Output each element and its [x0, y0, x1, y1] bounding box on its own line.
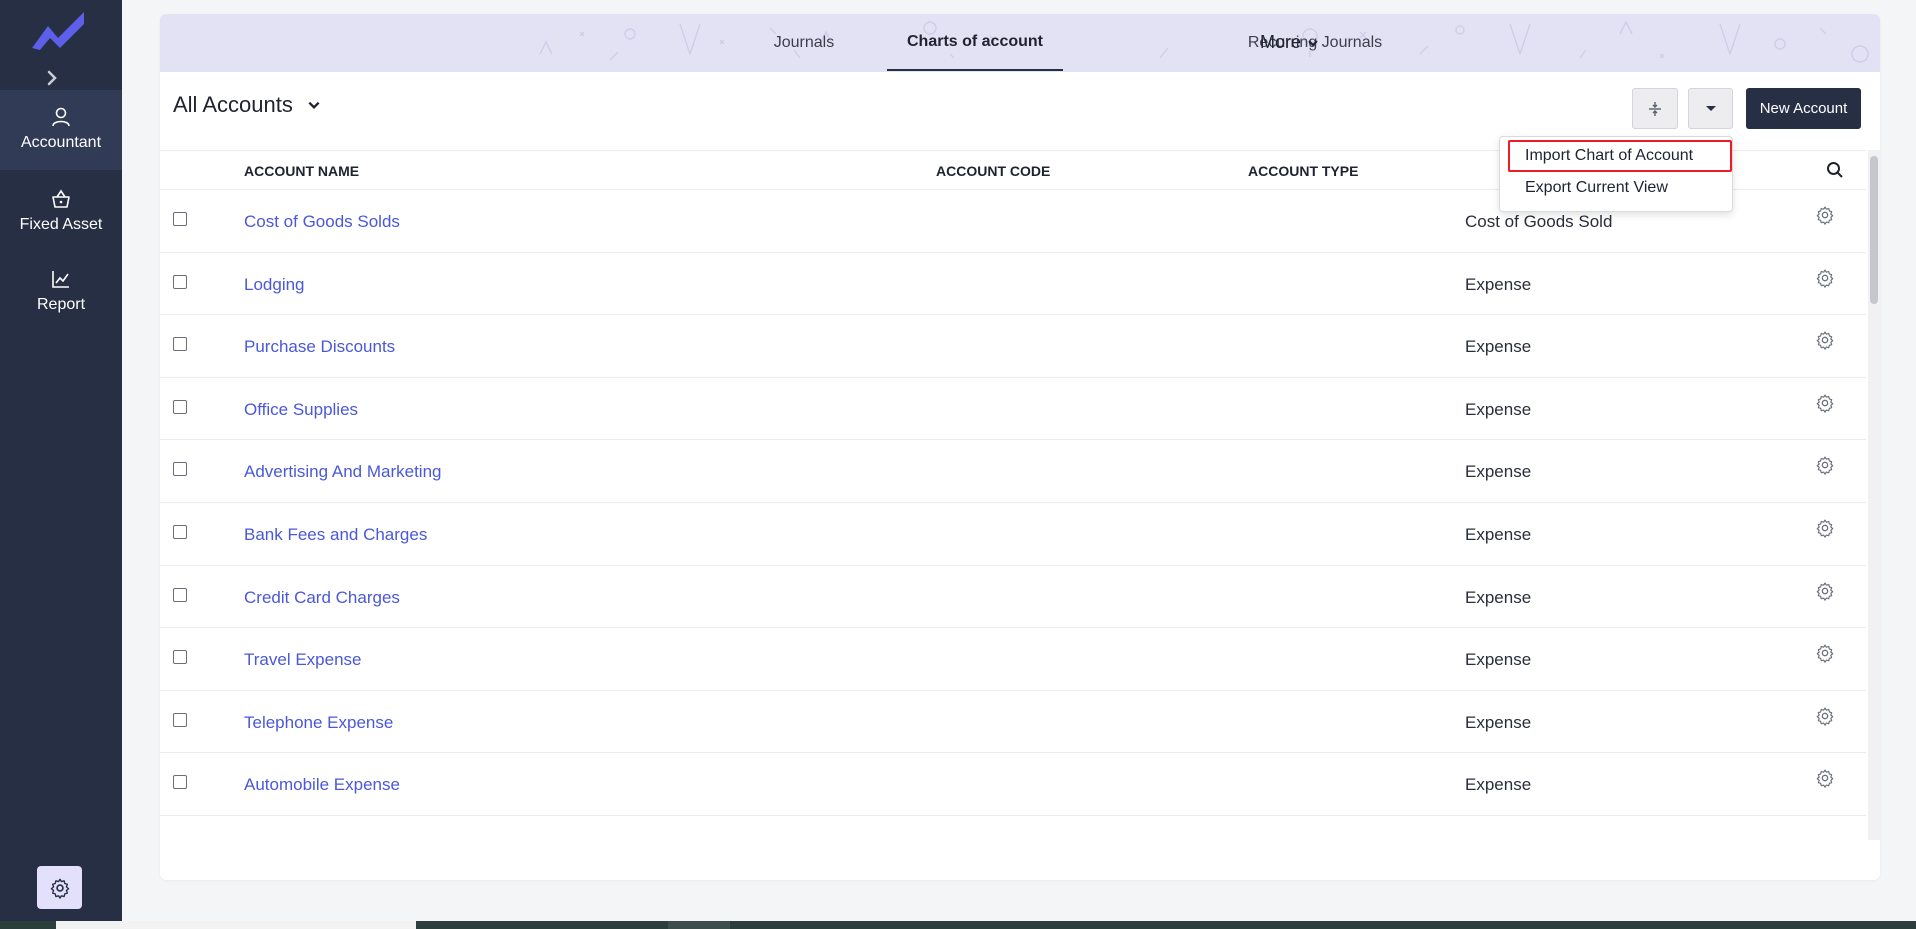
view-selector-label: All Accounts	[173, 92, 293, 117]
actions-dropdown-menu: Import Chart of Account Export Current V…	[1499, 136, 1733, 212]
row-checkbox[interactable]	[173, 337, 187, 352]
settings-button[interactable]	[37, 866, 82, 909]
sidebar-item-report[interactable]: Report	[0, 258, 122, 328]
account-name-link[interactable]: Automobile Expense	[244, 775, 400, 795]
column-header-account-type[interactable]: ACCOUNT TYPE	[1248, 163, 1358, 179]
gear-icon[interactable]	[1815, 581, 1835, 601]
sort-icon	[1649, 101, 1661, 116]
menu-item-export-current-view[interactable]: Export Current View	[1525, 179, 1668, 197]
tab-label: Charts of account	[906, 32, 1043, 50]
gear-icon[interactable]	[1815, 518, 1835, 538]
table-row[interactable]: Telephone Expense Expense	[160, 691, 1866, 754]
sort-button[interactable]	[1632, 88, 1678, 129]
account-type: Expense	[1465, 274, 1532, 294]
account-type: Expense	[1465, 650, 1532, 670]
user-icon	[52, 107, 70, 127]
gear-icon[interactable]	[1815, 768, 1835, 789]
scrollbar-thumb[interactable]	[1870, 156, 1878, 304]
account-name-link[interactable]: Credit Card Charges	[244, 588, 400, 608]
gear-icon	[50, 878, 69, 899]
row-checkbox[interactable]	[173, 650, 187, 665]
account-type: Expense	[1465, 587, 1532, 607]
row-checkbox[interactable]	[173, 399, 187, 414]
app-logo[interactable]	[30, 8, 88, 52]
row-checkbox[interactable]	[173, 524, 187, 539]
account-type: Expense	[1465, 712, 1532, 732]
sidebar-item-label: Report	[36, 296, 86, 313]
more-actions-button[interactable]	[1688, 88, 1733, 129]
account-type: Expense	[1465, 337, 1532, 357]
taskbar	[0, 921, 1916, 929]
table-row[interactable]: Office Supplies Expense	[160, 378, 1866, 441]
account-name-link[interactable]: Bank Fees and Charges	[244, 525, 427, 545]
table-row[interactable]: Automobile Expense Expense	[160, 753, 1866, 816]
table-row[interactable]: Travel Expense Expense	[160, 628, 1866, 691]
table-row[interactable]: Lodging Expense	[160, 253, 1866, 316]
main-card: Journals Charts of account Recurring Jou…	[160, 14, 1880, 880]
account-type: Cost of Goods Sold	[1465, 212, 1613, 231]
caret-down-icon	[1705, 105, 1716, 111]
account-name-link[interactable]: Advertising And Marketing	[244, 462, 442, 482]
taskbar-segment	[56, 921, 416, 929]
table-row[interactable]: Bank Fees and Charges Expense	[160, 503, 1866, 566]
account-type: Expense	[1465, 775, 1532, 795]
gear-icon[interactable]	[1815, 643, 1835, 663]
gear-icon[interactable]	[1815, 268, 1835, 288]
chevron-right-icon[interactable]	[42, 68, 62, 88]
gear-icon[interactable]	[1815, 455, 1835, 476]
row-checkbox[interactable]	[173, 212, 187, 226]
account-name-link[interactable]: Telephone Expense	[244, 713, 393, 733]
taskbar-segment	[668, 921, 730, 929]
sidebar-item-label: Fixed Asset	[19, 216, 103, 233]
row-checkbox[interactable]	[173, 775, 187, 790]
chart-line-icon	[52, 271, 69, 288]
tab-journals[interactable]: Journals	[744, 14, 864, 71]
sidebar-item-label: Accountant	[20, 134, 102, 151]
account-name-link[interactable]: Travel Expense	[244, 650, 361, 670]
account-name-link[interactable]: Cost of Goods Solds	[244, 212, 400, 232]
new-account-button[interactable]: New Account	[1746, 88, 1861, 129]
gear-icon[interactable]	[1815, 205, 1835, 225]
row-checkbox[interactable]	[173, 462, 187, 477]
scrollbar[interactable]	[1868, 150, 1880, 840]
view-selector[interactable]: All Accounts	[173, 92, 321, 118]
sidebar-item-accountant[interactable]: Accountant	[0, 90, 122, 170]
table-row[interactable]: Purchase Discounts Expense	[160, 315, 1866, 378]
table-body: Cost of Goods Solds Cost of Goods Sold Lod…	[160, 190, 1866, 816]
table-row[interactable]: Credit Card Charges Expense	[160, 566, 1866, 629]
chevron-down-icon	[308, 101, 320, 109]
account-type: Expense	[1465, 462, 1532, 482]
chevron-down-icon	[1308, 39, 1318, 46]
menu-item-import-chart-of-account[interactable]: Import Chart of Account	[1525, 147, 1693, 165]
row-checkbox[interactable]	[173, 712, 187, 727]
gear-icon[interactable]	[1815, 393, 1835, 413]
column-header-account-code[interactable]: ACCOUNT CODE	[936, 163, 1050, 179]
gear-icon[interactable]	[1815, 330, 1835, 350]
account-name-link[interactable]: Lodging	[244, 275, 305, 295]
basket-icon	[52, 189, 70, 208]
tab-label: More	[1260, 32, 1302, 52]
account-type: Expense	[1465, 524, 1532, 544]
search-icon[interactable]	[1826, 161, 1844, 179]
account-type: Expense	[1465, 399, 1532, 419]
sidebar: Accountant Fixed Asset Report	[0, 0, 122, 929]
tab-bar: Journals Charts of account Recurring Jou…	[160, 14, 1880, 72]
row-checkbox[interactable]	[173, 587, 187, 602]
tab-charts-of-account[interactable]: Charts of account	[887, 14, 1063, 71]
account-name-link[interactable]: Purchase Discounts	[244, 337, 395, 357]
tab-more[interactable]: More	[1260, 14, 1319, 71]
gear-icon[interactable]	[1815, 706, 1835, 726]
sidebar-item-fixed-asset[interactable]: Fixed Asset	[0, 178, 122, 248]
account-name-link[interactable]: Office Supplies	[244, 400, 358, 420]
row-checkbox[interactable]	[173, 274, 187, 289]
column-header-account-name[interactable]: ACCOUNT NAME	[244, 163, 359, 179]
table-row[interactable]: Advertising And Marketing Expense	[160, 440, 1866, 503]
